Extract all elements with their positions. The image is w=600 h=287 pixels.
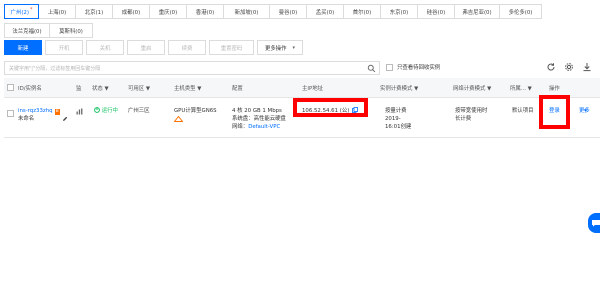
tab-region-mumbai[interactable]: 孟买(0) (306, 4, 344, 19)
header-status-label: 状态 (92, 86, 103, 92)
config-network: 网络：Default-VPC (232, 123, 280, 131)
status-cell: 运行中 (94, 107, 118, 115)
tab-label: 广州(2) (10, 9, 29, 16)
tab-region-silicon-valley[interactable]: 硅谷(0) (417, 4, 455, 19)
gpu-type-icon (174, 116, 183, 122)
row-checkbox[interactable] (7, 110, 14, 117)
host-type-cell: GPU计算型GN6S (174, 108, 217, 114)
table-header: ID/实例名 监 状态 ▼ 可用区 ▼ 主机类型 ▼ 配置 主IP地址 实例计费… (4, 78, 600, 98)
filter-icon[interactable]: ▼ (105, 86, 109, 92)
recycle-filter-checkbox[interactable] (386, 63, 393, 71)
filter-icon[interactable]: ▼ (414, 86, 418, 92)
header-host-type[interactable]: 主机类型 ▼ (174, 84, 201, 92)
recycle-filter[interactable]: 只查看待回收实例 (386, 63, 440, 71)
search-icon[interactable] (367, 64, 376, 73)
tab-region-shanghai[interactable]: 上海(0) (38, 4, 76, 19)
header-zone-label: 可用区 (128, 86, 145, 92)
tab-region-bangkok[interactable]: 曼谷(0) (269, 4, 307, 19)
billing-created: 16:01创建 (385, 124, 412, 130)
search-placeholder: 关键字用"|"分隔，过滤标签用回车键分隔 (9, 65, 101, 72)
start-button[interactable]: 开机 (45, 40, 83, 55)
tab-region-beijing[interactable]: 北京(1) (75, 4, 113, 19)
new-instance-button[interactable]: 新建 (4, 40, 42, 55)
tab-region-frankfurt[interactable]: 法兰克福(0) (4, 23, 50, 38)
billing-mode: 按量计费 (385, 108, 407, 114)
header-status[interactable]: 状态 ▼ (92, 84, 109, 92)
filter-icon[interactable]: ▼ (487, 86, 491, 92)
restart-button[interactable]: 重启 (127, 40, 165, 55)
renew-button[interactable]: 续费 (168, 40, 206, 55)
tab-region-virginia[interactable]: 弗吉尼亚(0) (454, 4, 500, 19)
net-billing-line1: 按带宽使用时 (455, 108, 488, 114)
recycle-filter-label: 只查看待回收实例 (397, 65, 441, 71)
tab-region-chongqing[interactable]: 重庆(0) (149, 4, 187, 19)
table-tools (546, 62, 592, 72)
tab-region-seoul[interactable]: 首尔(0) (343, 4, 381, 19)
tab-region-singapore[interactable]: 新加坡(0) (223, 4, 270, 19)
project-cell: 默认项目 (512, 108, 534, 114)
filter-icon[interactable]: ▼ (146, 86, 150, 92)
refresh-icon[interactable] (546, 62, 556, 72)
header-project[interactable]: 所属... ▼ (510, 84, 532, 92)
header-net-billing-label: 网络计费模式 (453, 86, 486, 92)
more-actions-label: 更多操作 (264, 45, 287, 52)
more-actions-dropdown[interactable]: 更多操作 ▾ (257, 40, 303, 55)
tab-region-chengdu[interactable]: 成都(0) (112, 4, 150, 19)
header-ops: 操作 (549, 86, 560, 92)
config-disk: 系统盘：高性能云硬盘 (232, 116, 286, 122)
net-billing-line2: 长计费 (455, 116, 472, 122)
help-chat-bubble[interactable] (588, 213, 600, 233)
tab-region-hongkong[interactable]: 香港(0) (186, 4, 224, 19)
tab-region-tokyo[interactable]: 东京(0) (380, 4, 418, 19)
zone-cell: 广州三区 (128, 108, 150, 114)
status-text: 运行中 (101, 108, 118, 114)
running-status-icon (94, 107, 100, 113)
filter-icon[interactable]: ▼ (197, 86, 201, 92)
region-tabs: 广州(2) * 上海(0) 北京(1) 成都(0) 重庆(0) 香港(0) 新加坡… (4, 4, 592, 38)
header-billing-label: 实例计费模式 (380, 86, 413, 92)
search-input[interactable]: 关键字用"|"分隔，过滤标签用回车键分隔 (4, 61, 380, 75)
gear-icon[interactable] (564, 62, 574, 72)
reset-password-button[interactable]: 重置密码 (209, 40, 254, 55)
instance-id-cell: ins-rqz33zhq B (18, 107, 60, 115)
modified-dot: * (29, 6, 33, 13)
download-icon[interactable] (582, 62, 592, 72)
instance-name: 未命名 (18, 116, 35, 122)
tab-region-moscow[interactable]: 莫斯科(0) (49, 23, 93, 38)
chevron-down-icon: ▾ (292, 44, 296, 51)
tab-region-toronto[interactable]: 多伦多(0) (499, 4, 542, 19)
chat-icon (592, 220, 600, 227)
edit-icon[interactable] (62, 116, 68, 122)
header-net-billing[interactable]: 网络计费模式 ▼ (453, 84, 491, 92)
shutdown-button[interactable]: 关机 (86, 40, 124, 55)
instance-badge: B (54, 109, 60, 115)
header-monitor: 监 (76, 86, 82, 92)
monitor-chart-icon[interactable] (76, 108, 83, 115)
instance-id-link[interactable]: ins-rqz33zhq (18, 108, 53, 114)
config-network-label: 网络： (232, 124, 249, 130)
vpc-link[interactable]: Default-VPC (248, 124, 280, 130)
select-all-checkbox[interactable] (7, 84, 14, 91)
chevron-down-icon[interactable]: ▾ (584, 107, 587, 115)
header-id-name: ID/实例名 (18, 86, 42, 92)
tab-region-guangzhou[interactable]: 广州(2) * (4, 4, 39, 19)
billing-date: 2019- (385, 116, 401, 122)
header-zone[interactable]: 可用区 ▼ (128, 84, 150, 92)
ip-highlight-box (293, 98, 368, 117)
header-config: 配置 (232, 86, 243, 92)
header-host-type-label: 主机类型 (174, 86, 196, 92)
header-billing[interactable]: 实例计费模式 ▼ (380, 84, 418, 92)
filter-icon[interactable]: ▼ (528, 86, 532, 92)
header-project-label: 所属... (510, 86, 526, 92)
region-tab-row-1: 广州(2) * 上海(0) 北京(1) 成都(0) 重庆(0) 香港(0) 新加坡… (4, 4, 592, 19)
login-highlight-box (539, 95, 570, 129)
region-tab-row-2: 法兰克福(0) 莫斯科(0) (4, 23, 592, 38)
action-toolbar: 新建 开机 关机 重启 续费 重置密码 更多操作 ▾ (4, 40, 306, 55)
header-ip: 主IP地址 (302, 86, 324, 92)
config-specs: 4 核 20 GB 1 Mbps (232, 108, 282, 114)
